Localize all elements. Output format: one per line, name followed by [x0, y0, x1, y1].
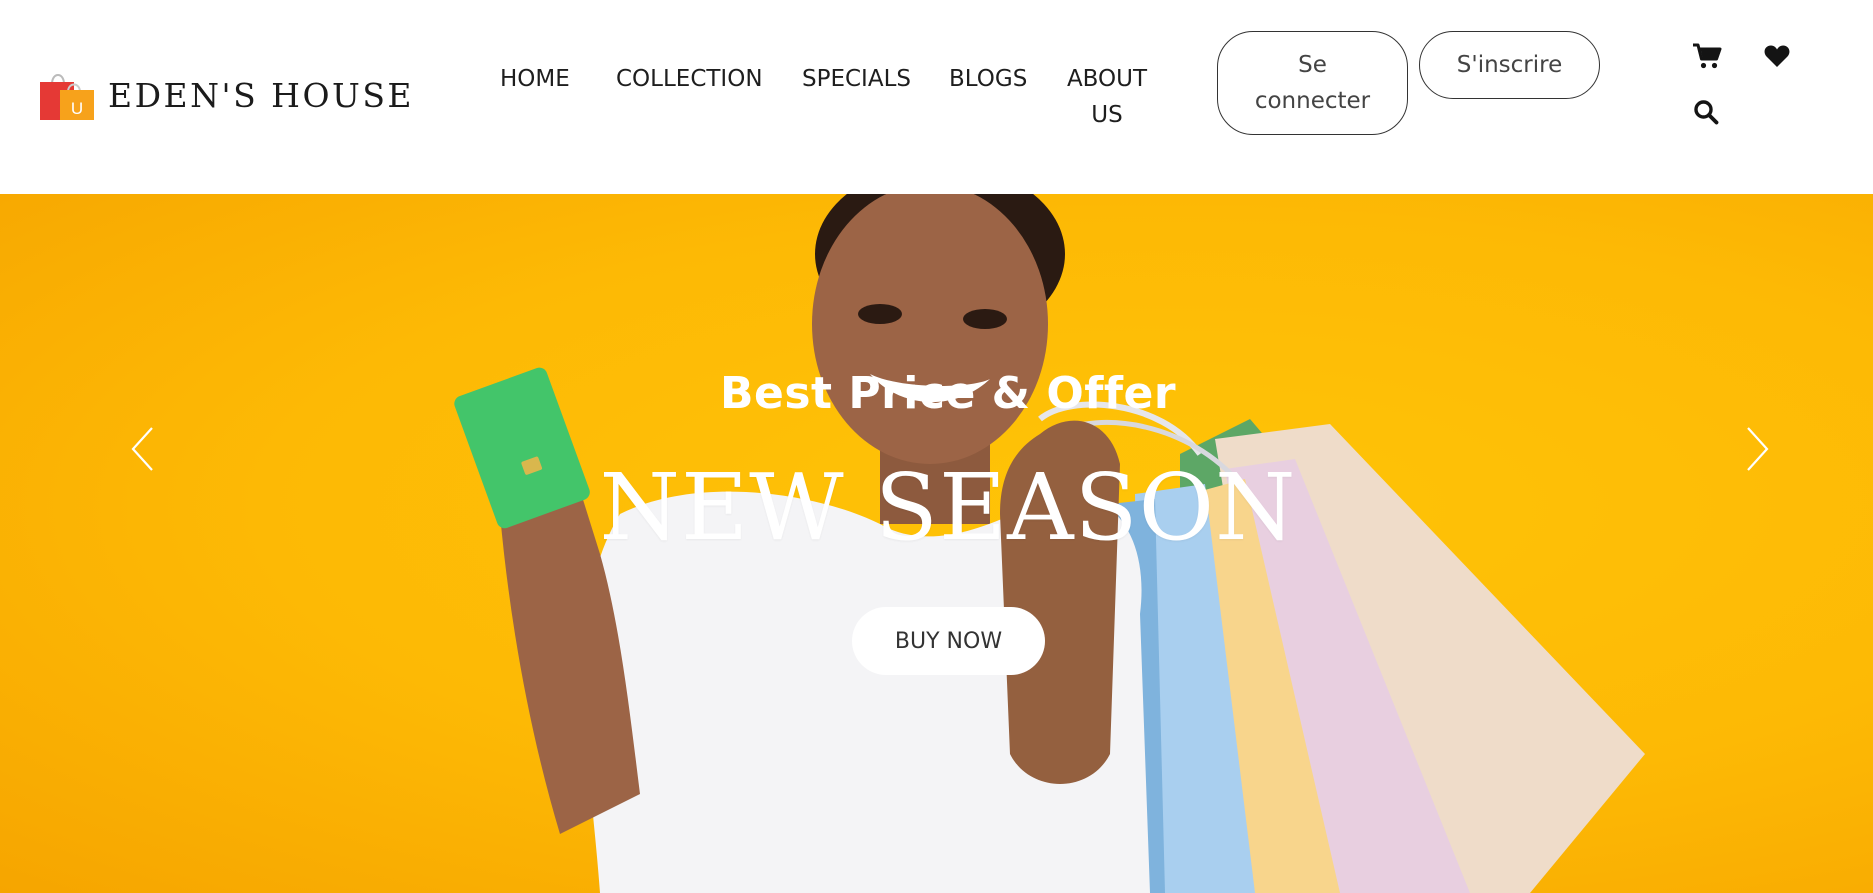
- search-icon[interactable]: [1693, 99, 1719, 125]
- nav-collection[interactable]: COLLECTION: [616, 61, 763, 97]
- shopping-bags-logo: U: [40, 74, 94, 120]
- heart-icon[interactable]: [1764, 44, 1790, 68]
- hero-title: NEW SEASON: [599, 454, 1297, 561]
- login-button-label: Se connecter: [1254, 52, 1371, 114]
- nav-home[interactable]: HOME: [500, 61, 570, 97]
- nav-specials[interactable]: SPECIALS: [802, 61, 911, 97]
- register-button[interactable]: S'inscrire: [1419, 31, 1600, 99]
- nav-about-us[interactable]: ABOUT US: [1064, 61, 1150, 133]
- buy-now-button[interactable]: BUY NOW: [852, 607, 1045, 675]
- brand-name: EDEN'S HOUSE: [108, 76, 415, 115]
- svg-text:U: U: [71, 99, 83, 118]
- login-button[interactable]: Se connecter: [1217, 31, 1408, 135]
- buy-now-label: BUY NOW: [894, 628, 1003, 654]
- hero-banner: Best Price & Offer NEW SEASON BUY NOW: [0, 194, 1873, 893]
- hero-subtitle: Best Price & Offer: [719, 368, 1177, 419]
- brand[interactable]: U EDEN'S HOUSE: [38, 68, 412, 122]
- nav-blogs[interactable]: BLOGS: [949, 61, 1027, 97]
- register-button-label: S'inscrire: [1456, 52, 1563, 78]
- site-header: U EDEN'S HOUSE HOME COLLECTION SPECIALS …: [0, 0, 1873, 194]
- cart-icon[interactable]: [1692, 42, 1722, 70]
